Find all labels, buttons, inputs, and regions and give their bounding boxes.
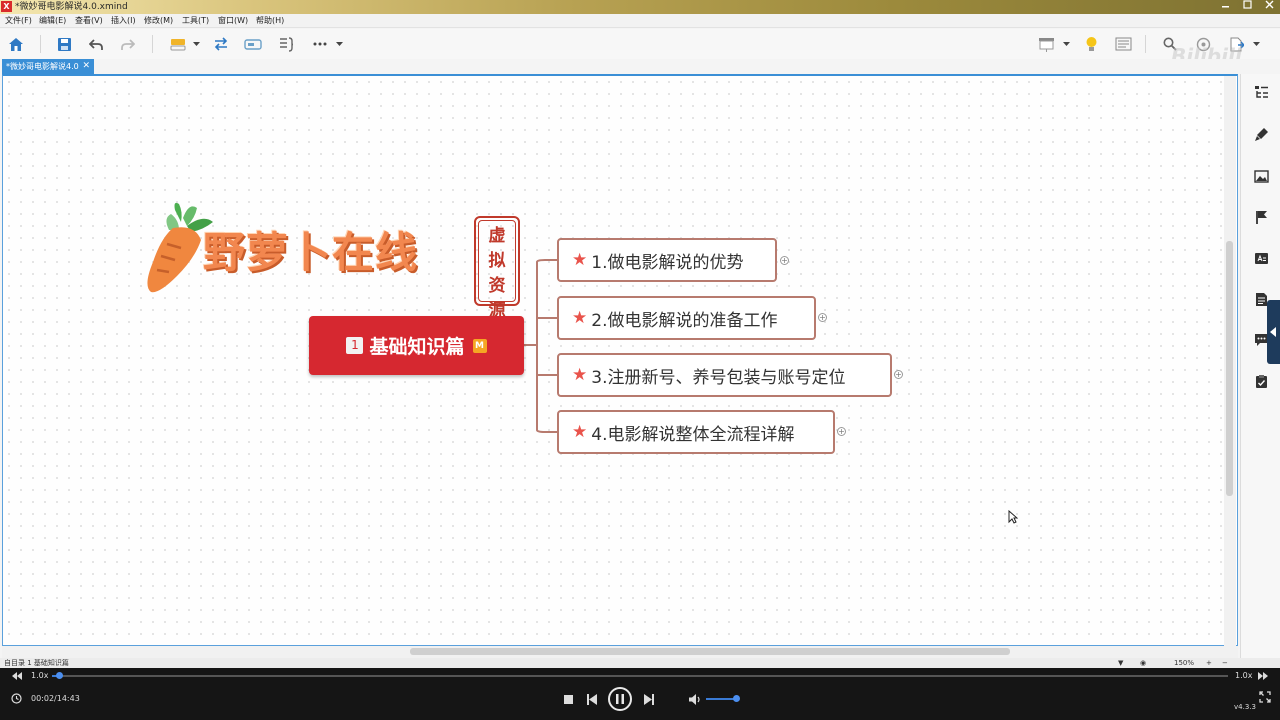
- seal-char: 虚: [488, 226, 506, 246]
- subtopic-label: 2.做电影解说的准备工作: [591, 310, 778, 331]
- previous-button[interactable]: [586, 693, 598, 705]
- breadcrumb[interactable]: 自目录 1 基础知识篇: [4, 658, 69, 668]
- status-bar: 自目录 1 基础知识篇 ▼ ◉ 150% + −: [0, 658, 1280, 668]
- central-topic[interactable]: 1 基础知识篇 M: [309, 316, 524, 375]
- xmind-window: X *微妙哥电影解说4.0.xmind 文件(F) 编辑(E) 查看(V) 插入…: [0, 0, 1280, 668]
- star-icon: ★: [572, 249, 588, 270]
- expand-toggle-icon[interactable]: +: [837, 427, 846, 436]
- horizontal-scrollbar[interactable]: [2, 646, 1238, 658]
- playback-time: 00:02/14:43: [31, 694, 80, 703]
- format-panel-button[interactable]: [1253, 126, 1269, 142]
- playback-speed-right[interactable]: 1.0x: [1235, 671, 1252, 680]
- priority-marker: 1: [346, 337, 364, 354]
- task-panel-button[interactable]: [1253, 373, 1269, 389]
- fullscreen-icon: [1259, 691, 1271, 703]
- image-icon: [1253, 169, 1269, 183]
- star-icon: ★: [572, 421, 588, 442]
- zoom-out-icon[interactable]: −: [1222, 658, 1228, 668]
- clock-icon: [11, 693, 22, 704]
- subtopic-label: 4.电影解说整体全流程详解: [591, 424, 795, 445]
- expand-toggle-icon[interactable]: +: [780, 256, 789, 265]
- filter-icon[interactable]: ▼: [1118, 658, 1123, 668]
- markers-panel-button[interactable]: [1253, 209, 1269, 225]
- volume-handle[interactable]: [733, 695, 740, 702]
- collapse-panel-button[interactable]: [1267, 300, 1280, 364]
- subtopic-4[interactable]: ★ 4.电影解说整体全流程详解: [557, 410, 835, 454]
- horizontal-scroll-thumb[interactable]: [410, 648, 1010, 655]
- expand-toggle-icon[interactable]: +: [894, 370, 903, 379]
- central-topic-label: 基础知识篇: [369, 336, 465, 358]
- zoom-in-icon[interactable]: +: [1206, 658, 1212, 668]
- notes-icon: [1255, 292, 1267, 306]
- marker-icon: M: [472, 338, 487, 353]
- fast-forward-button[interactable]: [1258, 671, 1268, 681]
- paintbrush-icon: [1254, 127, 1268, 141]
- logo-text: 野萝卜在线: [203, 228, 419, 277]
- seal-char: 拟: [488, 251, 506, 271]
- outline-panel-button[interactable]: [1253, 84, 1269, 100]
- right-side-panel: [1240, 74, 1280, 668]
- vertical-scrollbar[interactable]: [1224, 76, 1236, 646]
- zoom-level[interactable]: 150%: [1174, 658, 1194, 668]
- icons-panel-button[interactable]: [1253, 250, 1269, 266]
- subtopic-label: 3.注册新号、养号包装与账号定位: [591, 367, 846, 388]
- next-icon: [644, 693, 654, 705]
- mouse-cursor-icon: [1008, 510, 1018, 524]
- progress-handle[interactable]: [56, 672, 64, 679]
- progress-track[interactable]: [52, 675, 1228, 677]
- next-button[interactable]: [643, 693, 655, 705]
- player-version: v4.3.3: [1234, 703, 1256, 711]
- star-icon: ★: [572, 307, 588, 328]
- previous-icon: [587, 693, 597, 705]
- vertical-scroll-thumb[interactable]: [1226, 241, 1233, 496]
- speaker-icon: [689, 693, 700, 705]
- expand-toggle-icon[interactable]: +: [818, 313, 827, 322]
- seal-stamp: 虚 拟 资 源: [474, 216, 520, 321]
- seal-char: 资: [488, 276, 506, 296]
- stop-icon: [563, 694, 573, 704]
- pause-button[interactable]: [608, 687, 632, 711]
- image-panel-button[interactable]: [1253, 168, 1269, 184]
- text-style-icon: [1254, 252, 1268, 264]
- subtopic-2[interactable]: ★ 2.做电影解说的准备工作: [557, 296, 816, 340]
- fullscreen-button[interactable]: [1259, 691, 1271, 703]
- playback-speed-left[interactable]: 1.0x: [31, 671, 48, 680]
- outline-icon: [1254, 86, 1268, 98]
- chevron-left-icon: [1270, 327, 1276, 337]
- subtopic-1[interactable]: ★ 1.做电影解说的优势: [557, 238, 777, 282]
- eye-icon[interactable]: ◉: [1140, 658, 1146, 668]
- stop-button[interactable]: [563, 694, 573, 704]
- star-icon: ★: [572, 364, 588, 385]
- fast-forward-icon: [1258, 672, 1268, 680]
- clipboard-icon: [1255, 374, 1267, 388]
- volume-button[interactable]: [689, 693, 701, 705]
- pause-icon: [616, 694, 624, 704]
- subtopic-label: 1.做电影解说的优势: [591, 252, 744, 273]
- flag-icon: [1255, 210, 1267, 224]
- rewind-icon: [12, 672, 22, 680]
- subtopic-3[interactable]: ★ 3.注册新号、养号包装与账号定位: [557, 353, 892, 397]
- video-player-bar: 1.0x 1.0x 00:02/14:43 v4.3.3: [0, 668, 1280, 720]
- rewind-button[interactable]: [12, 671, 22, 681]
